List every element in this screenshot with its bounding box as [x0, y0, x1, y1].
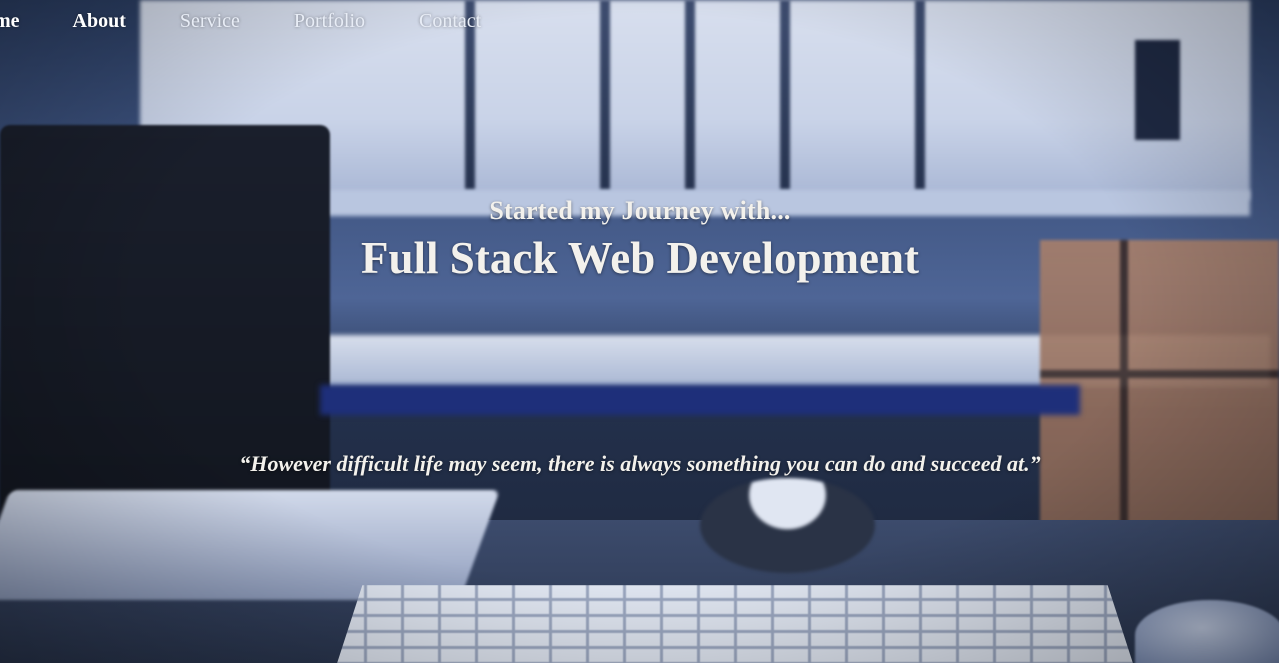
hero-subtitle: Started my Journey with... [489, 196, 791, 225]
hero-quote: “However difficult life may seem, there … [239, 451, 1041, 476]
nav-item-home[interactable]: me [0, 6, 20, 36]
nav-item-about[interactable]: About [73, 6, 126, 36]
nav-item-contact[interactable]: Contact [419, 6, 481, 36]
main-nav: me About Service Portfolio Contact [0, 6, 535, 36]
hero-section: me About Service Portfolio Contact Start… [0, 0, 1279, 663]
nav-item-service[interactable]: Service [180, 6, 240, 36]
background-vignette [0, 0, 1279, 663]
nav-item-portfolio[interactable]: Portfolio [294, 6, 365, 36]
hero-title: Full Stack Web Development [361, 233, 919, 283]
